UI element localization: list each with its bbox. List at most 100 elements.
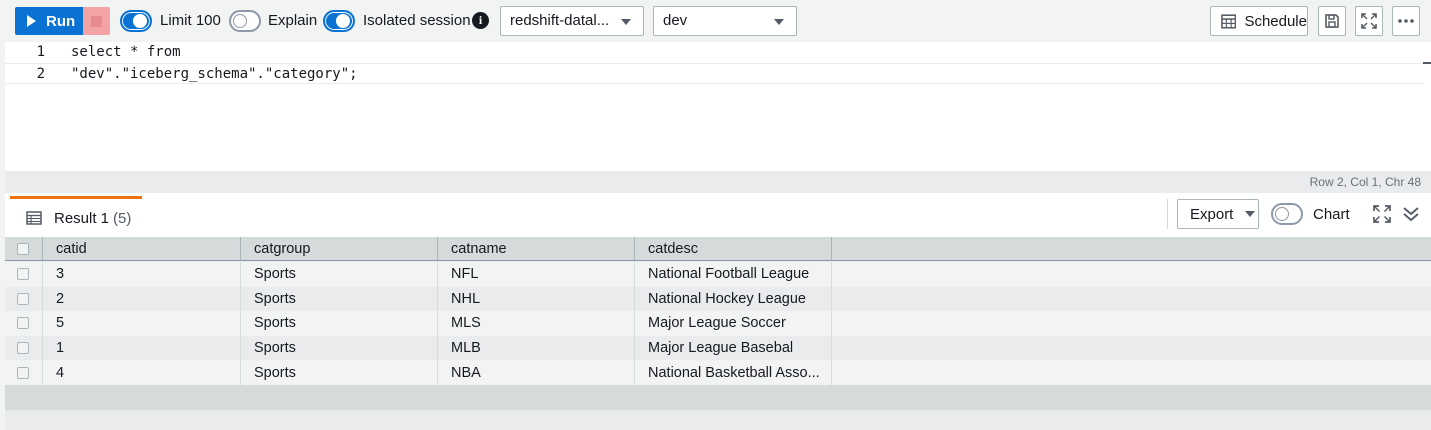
explain-label: Explain xyxy=(268,12,318,29)
more-actions-button[interactable] xyxy=(1392,6,1420,36)
table-cell[interactable]: 2 xyxy=(43,286,241,312)
editor-line[interactable]: 2 "dev"."iceberg_schema"."category"; xyxy=(5,63,1423,84)
explain-toggle[interactable] xyxy=(229,10,261,32)
cell-value: 3 xyxy=(56,266,65,283)
connection-select-value: redshift-datal... xyxy=(510,12,610,29)
result-count: (5) xyxy=(113,209,132,227)
column-header-label: catname xyxy=(451,240,507,257)
line-number: 2 xyxy=(36,66,45,82)
sql-editor[interactable]: 1 select * from 2 "dev"."iceberg_schema"… xyxy=(5,42,1431,171)
table-cell[interactable]: Sports xyxy=(241,262,438,287)
cell-value: 1 xyxy=(56,340,65,357)
run-label: Run xyxy=(46,12,76,30)
more-icon xyxy=(1398,19,1414,23)
chart-toggle[interactable] xyxy=(1271,203,1303,225)
stop-icon xyxy=(91,15,102,27)
result-tab-label: Result 1 xyxy=(54,209,110,227)
cell-value: Major League Basebal xyxy=(648,340,794,357)
play-icon xyxy=(27,15,36,27)
row-checkbox[interactable] xyxy=(17,366,29,379)
table-cell[interactable]: Sports xyxy=(241,311,438,336)
fullscreen-icon xyxy=(1361,13,1377,29)
table-cell[interactable]: Major League Soccer xyxy=(635,311,832,336)
collapse-icon[interactable] xyxy=(1402,205,1420,223)
code-text: select * from xyxy=(71,44,181,60)
table-row[interactable]: 4 Sports NBA National Basketball Asso... xyxy=(5,360,1431,385)
save-button[interactable] xyxy=(1318,6,1346,36)
table-cell[interactable]: 5 xyxy=(43,311,241,336)
column-header[interactable]: catname xyxy=(438,237,635,260)
table-cell[interactable]: Sports xyxy=(241,286,438,312)
row-checkbox[interactable] xyxy=(17,292,29,305)
editor-toolbar: Run Limit 100 Explain Isolated session i… xyxy=(0,0,1431,42)
limit-toggle[interactable] xyxy=(120,10,152,32)
row-checkbox[interactable] xyxy=(17,268,29,281)
table-cell[interactable]: 1 xyxy=(43,335,241,361)
export-button[interactable]: Export xyxy=(1177,199,1259,229)
results-header: Result 1 (5) Export Chart xyxy=(5,193,1431,237)
cell-value: NHL xyxy=(451,290,481,307)
table-cell[interactable]: National Basketball Asso... xyxy=(635,360,832,385)
limit-label: Limit 100 xyxy=(160,12,221,29)
table-cell[interactable]: National Hockey League xyxy=(635,286,832,312)
table-cell[interactable]: NFL xyxy=(438,262,635,287)
fullscreen-button[interactable] xyxy=(1355,6,1383,36)
schedule-button[interactable]: Schedule xyxy=(1210,6,1308,36)
editor-line[interactable]: 1 select * from xyxy=(5,42,1423,63)
table-cell[interactable]: Major League Basebal xyxy=(635,335,832,361)
table-cell[interactable]: Sports xyxy=(241,360,438,385)
row-select-cell[interactable] xyxy=(5,262,43,287)
table-row[interactable]: 1 Sports MLB Major League Basebal xyxy=(5,335,1431,361)
select-all-cell[interactable] xyxy=(5,237,43,260)
row-checkbox[interactable] xyxy=(17,342,29,355)
cell-value: 2 xyxy=(56,290,65,307)
table-cell[interactable]: 3 xyxy=(43,262,241,287)
table-row[interactable]: 2 Sports NHL National Hockey League xyxy=(5,286,1431,312)
isolated-session-toggle[interactable] xyxy=(323,10,355,32)
database-select-value: dev xyxy=(663,12,688,29)
row-select-cell[interactable] xyxy=(5,360,43,385)
table-cell[interactable]: NHL xyxy=(438,286,635,312)
table-header-row: catid catgroup catname catdesc xyxy=(5,237,1431,261)
caret-down-icon xyxy=(621,19,631,25)
code-text: "dev"."iceberg_schema"."category"; xyxy=(71,66,358,82)
table-cell[interactable]: MLB xyxy=(438,335,635,361)
table-row[interactable]: 5 Sports MLS Major League Soccer xyxy=(5,311,1431,336)
info-icon[interactable]: i xyxy=(472,12,489,29)
cell-value: Sports xyxy=(254,290,296,307)
table-cell[interactable]: NBA xyxy=(438,360,635,385)
cell-value: National Football League xyxy=(648,266,810,283)
expand-icon[interactable] xyxy=(1373,205,1391,223)
cell-value: Sports xyxy=(254,364,296,381)
overview-ruler-marker xyxy=(1423,62,1431,64)
table-cell[interactable]: MLS xyxy=(438,311,635,336)
column-header-label: catid xyxy=(56,240,87,257)
isolated-session-label: Isolated session xyxy=(363,12,471,29)
column-header[interactable]: catgroup xyxy=(241,237,438,260)
row-select-cell[interactable] xyxy=(5,286,43,312)
tab-result-1[interactable]: Result 1 (5) xyxy=(10,196,142,237)
table-cell[interactable]: 4 xyxy=(43,360,241,385)
cell-value: National Hockey League xyxy=(648,290,806,307)
row-select-cell[interactable] xyxy=(5,311,43,336)
table-cell[interactable]: Sports xyxy=(241,335,438,361)
connection-select[interactable]: redshift-datal... xyxy=(500,6,644,36)
editor-status-bar: Row 2, Col 1, Chr 48 xyxy=(5,171,1431,193)
row-checkbox[interactable] xyxy=(17,317,29,330)
select-all-checkbox[interactable] xyxy=(17,242,29,255)
table-row[interactable]: 3 Sports NFL National Football League xyxy=(5,262,1431,287)
stop-button[interactable] xyxy=(83,7,110,35)
run-button[interactable]: Run xyxy=(15,7,83,35)
database-select[interactable]: dev xyxy=(653,6,797,36)
cell-value: MLS xyxy=(451,315,481,332)
table-cell[interactable]: National Football League xyxy=(635,262,832,287)
row-select-cell[interactable] xyxy=(5,335,43,361)
column-header-label: catgroup xyxy=(254,240,311,257)
caret-down-icon xyxy=(1245,211,1256,217)
cell-value: Sports xyxy=(254,315,296,332)
column-header-label: catdesc xyxy=(648,240,698,257)
column-header[interactable]: catdesc xyxy=(635,237,832,260)
cell-value: 4 xyxy=(56,364,65,381)
column-header[interactable]: catid xyxy=(43,237,241,260)
empty-table-area xyxy=(5,385,1431,410)
